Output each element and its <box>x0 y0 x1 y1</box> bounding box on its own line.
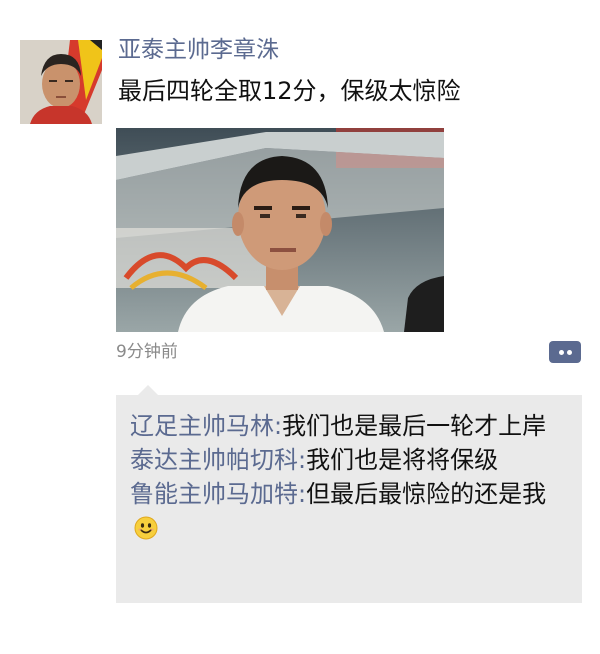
post-text: 最后四轮全取12分，保级太惊险 <box>118 77 461 105</box>
comment-author[interactable]: 辽足主帅马林 <box>130 412 274 440</box>
comments-panel: 辽足主帅马林:我们也是最后一轮才上岸 泰达主帅帕切科:我们也是将将保级 鲁能主帅… <box>116 395 582 603</box>
comment-separator: : <box>298 446 307 474</box>
comment-item[interactable]: 泰达主帅帕切科:我们也是将将保级 <box>130 443 566 477</box>
comment-author[interactable]: 泰达主帅帕切科 <box>130 446 298 474</box>
comment-text: 但最后最惊险的还是我 <box>306 480 547 508</box>
smiley-emoji-icon <box>134 516 158 540</box>
comment-separator: : <box>274 412 283 440</box>
comment-text: 我们也是将将保级 <box>306 446 499 474</box>
comment-author[interactable]: 鲁能主帅马加特 <box>130 480 298 508</box>
post-photo[interactable] <box>116 128 444 332</box>
comment-separator: : <box>298 480 307 508</box>
comment-text: 我们也是最后一轮才上岸 <box>282 412 547 440</box>
post-timestamp: 9分钟前 <box>116 342 178 362</box>
comment-icon-dot <box>559 350 564 355</box>
author-name[interactable]: 亚泰主帅李章洙 <box>118 34 279 66</box>
comment-icon[interactable] <box>549 341 581 363</box>
comments-caret <box>138 385 158 395</box>
comment-item[interactable]: 鲁能主帅马加特:但最后最惊险的还是我 <box>130 477 566 545</box>
comment-item[interactable]: 辽足主帅马林:我们也是最后一轮才上岸 <box>130 409 566 443</box>
author-avatar[interactable] <box>20 40 102 124</box>
comment-icon-dot <box>567 350 572 355</box>
